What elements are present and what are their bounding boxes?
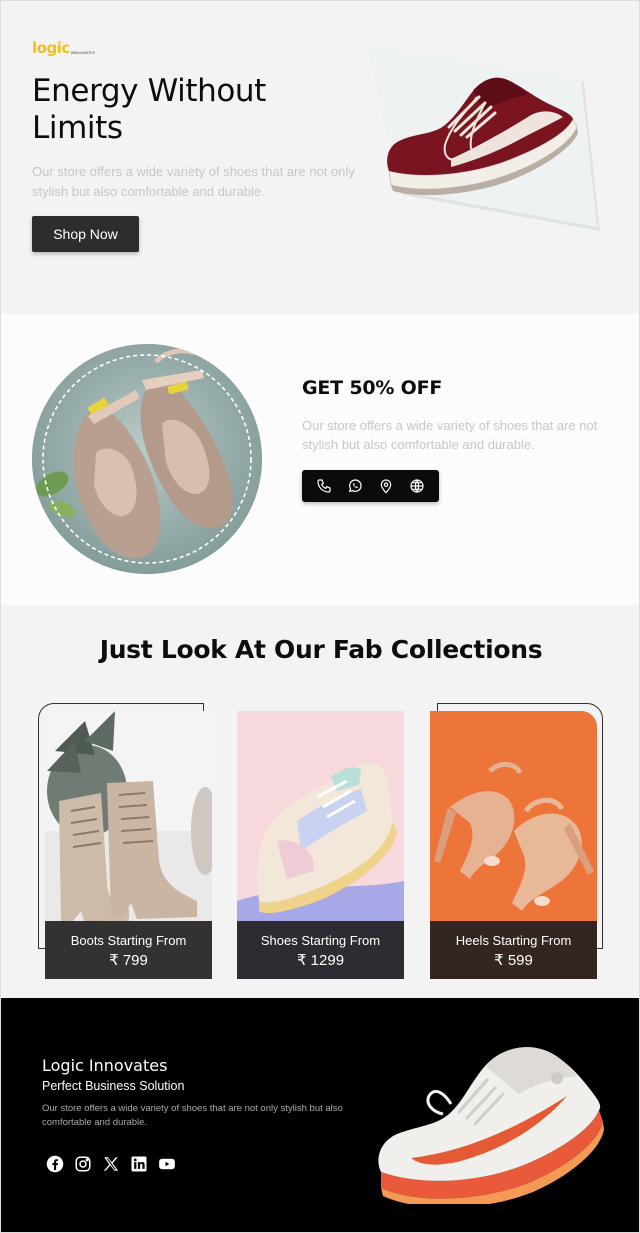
social-links bbox=[45, 1154, 176, 1173]
running-shoe-icon bbox=[378, 1047, 604, 1204]
collection-card-boots[interactable]: Boots Starting From ₹ 799 bbox=[45, 711, 212, 979]
offer-image bbox=[32, 344, 262, 574]
footer-brand: Logic Innovates bbox=[42, 1056, 168, 1075]
linkedin-icon[interactable] bbox=[129, 1154, 148, 1173]
collections-section: Just Look At Our Fab Collections Boots S… bbox=[1, 605, 639, 998]
card-label: Shoes Starting From bbox=[260, 933, 381, 948]
hero-description: Our store offers a wide variety of shoes… bbox=[32, 164, 355, 199]
offer-description: Our store offers a wide variety of shoes… bbox=[302, 418, 598, 452]
card-caption: Shoes Starting From ₹ 1299 bbox=[237, 921, 404, 979]
email-page: logic INNOVATES Energy Without Limits Ou… bbox=[0, 0, 640, 1233]
collections-title: Just Look At Our Fab Collections bbox=[99, 635, 543, 664]
card-price: ₹ 799 bbox=[109, 952, 148, 969]
offer-section: GET 50% OFF Our store offers a wide vari… bbox=[1, 314, 639, 605]
footer-tagline: Perfect Business Solution bbox=[42, 1079, 185, 1093]
logo-wordmark: logic bbox=[32, 39, 70, 57]
location-pin-icon[interactable] bbox=[377, 477, 395, 495]
phone-icon[interactable] bbox=[315, 477, 333, 495]
whatsapp-icon[interactable] bbox=[346, 477, 364, 495]
ankle-strap-flats-icon bbox=[32, 344, 262, 574]
footer-description: Our store offers a wide variety of shoes… bbox=[42, 1103, 343, 1128]
footer-section: Logic Innovates Perfect Business Solutio… bbox=[1, 998, 639, 1232]
youtube-icon[interactable] bbox=[157, 1154, 176, 1173]
offer-title: GET 50% OFF bbox=[302, 377, 443, 399]
card-label: Heels Starting From bbox=[455, 933, 572, 948]
globe-icon[interactable] bbox=[408, 477, 426, 495]
brand-logo[interactable]: logic INNOVATES bbox=[32, 32, 95, 56]
hero-title: Energy Without Limits bbox=[32, 73, 266, 146]
card-caption: Heels Starting From ₹ 599 bbox=[430, 921, 597, 979]
hero-section: logic INNOVATES Energy Without Limits Ou… bbox=[1, 1, 639, 314]
maroon-sneaker-icon bbox=[387, 77, 578, 196]
card-price: ₹ 1299 bbox=[296, 952, 345, 969]
x-icon[interactable] bbox=[101, 1154, 120, 1173]
instagram-icon[interactable] bbox=[73, 1154, 92, 1173]
collection-card-heels[interactable]: Heels Starting From ₹ 599 bbox=[430, 711, 597, 979]
collection-card-shoes[interactable]: Shoes Starting From ₹ 1299 bbox=[237, 711, 404, 979]
card-label: Boots Starting From bbox=[70, 933, 187, 948]
facebook-icon[interactable] bbox=[45, 1154, 64, 1173]
card-caption: Boots Starting From ₹ 799 bbox=[45, 921, 212, 979]
contact-icon-bar bbox=[302, 470, 439, 502]
shop-now-button[interactable]: Shop Now bbox=[32, 216, 139, 252]
card-price: ₹ 599 bbox=[494, 952, 533, 969]
logo-subtext: INNOVATES bbox=[70, 50, 96, 55]
